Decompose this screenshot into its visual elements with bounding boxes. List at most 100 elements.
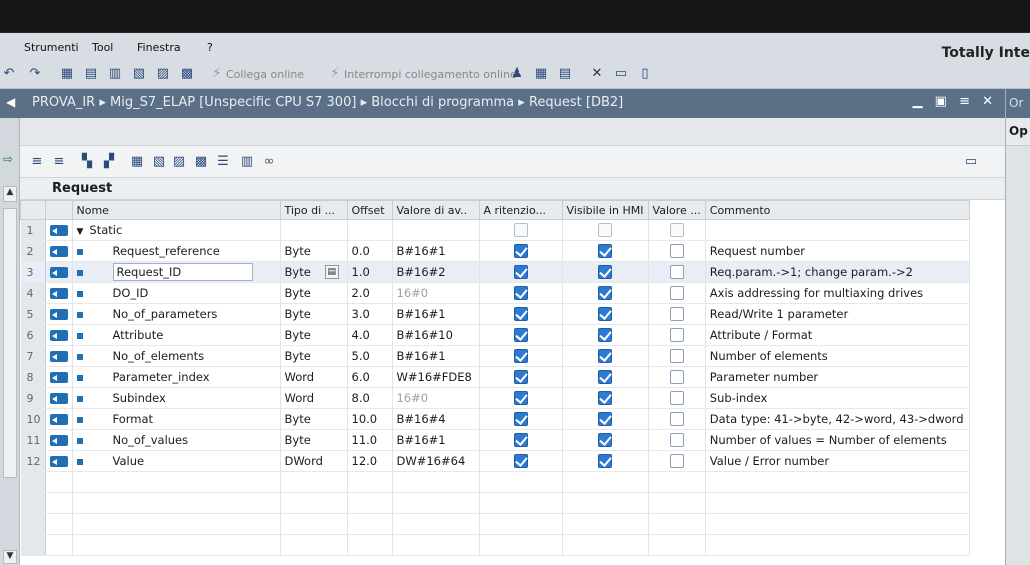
insert-row-icon[interactable]: ≡ xyxy=(28,153,46,171)
col-header-offset[interactable]: Offset xyxy=(346,200,393,220)
row-name-cell[interactable]: Format xyxy=(72,408,281,430)
breadcrumb-project[interactable]: PROVA_IR xyxy=(32,95,95,110)
empty-row[interactable] xyxy=(20,534,970,556)
row-comment[interactable]: Value / Error number xyxy=(705,450,970,472)
row-setpoint-cell[interactable] xyxy=(648,366,706,388)
undo-icon[interactable]: ↶ xyxy=(0,65,18,83)
row-type[interactable]: Byte xyxy=(285,433,311,447)
project-tree-icon[interactable]: ⇨ xyxy=(3,152,13,166)
table-row[interactable]: 2 Request_reference Byte 0.0 B#16#1 Requ… xyxy=(20,240,970,262)
cross-reference-icon[interactable]: ▦ xyxy=(532,65,550,83)
row-name-cell[interactable]: DO_ID xyxy=(72,282,281,304)
retain-checkbox[interactable] xyxy=(513,391,528,406)
copy-snapshot-icon[interactable]: ▧ xyxy=(150,153,168,171)
row-start-value[interactable] xyxy=(392,219,480,241)
row-name[interactable]: Subindex xyxy=(113,391,166,405)
setpoint-checkbox[interactable] xyxy=(669,307,684,322)
row-hmi-cell[interactable] xyxy=(562,408,649,430)
setpoint-checkbox[interactable] xyxy=(669,391,684,406)
retain-checkbox[interactable] xyxy=(513,223,528,238)
row-retain-cell[interactable] xyxy=(479,345,563,367)
type-dropdown-icon[interactable]: ▤ xyxy=(324,265,339,280)
retain-checkbox[interactable] xyxy=(513,433,528,448)
setpoint-checkbox[interactable] xyxy=(669,328,684,343)
menu-help[interactable]: ? xyxy=(207,41,213,54)
row-type[interactable]: DWord xyxy=(285,454,323,468)
row-start-value[interactable]: B#16#1 xyxy=(392,345,480,367)
row-comment[interactable]: Sub-index xyxy=(705,387,970,409)
row-type[interactable]: Word xyxy=(285,370,315,384)
retain-checkbox[interactable] xyxy=(513,265,528,280)
row-name[interactable]: Parameter_index xyxy=(113,370,210,384)
row-comment[interactable]: Data type: 41->byte, 42->word, 43->dword xyxy=(705,408,970,430)
setpoint-checkbox[interactable] xyxy=(669,349,684,364)
reset-start-values-icon[interactable]: ☰ xyxy=(214,153,232,171)
upload-icon[interactable]: ▥ xyxy=(106,65,124,83)
scrollbar-thumb[interactable] xyxy=(3,208,17,478)
row-hmi-cell[interactable] xyxy=(562,345,649,367)
col-header-type[interactable]: Tipo di ... xyxy=(279,200,348,220)
visible-hmi-checkbox[interactable] xyxy=(598,223,613,238)
split-view-icon[interactable]: ▤ xyxy=(556,65,574,83)
accessible-devices-icon[interactable]: ♟ xyxy=(508,65,526,83)
row-start-value[interactable]: B#16#1 xyxy=(392,303,480,325)
col-header-start-value[interactable]: Valore di av.. xyxy=(391,200,480,220)
row-setpoint-cell[interactable] xyxy=(648,450,706,472)
breadcrumb-device[interactable]: Mig_S7_ELAP [Unspecific CPU S7 300] xyxy=(110,95,356,110)
visible-hmi-checkbox[interactable] xyxy=(598,454,613,469)
edit-window-icon[interactable]: ▭ xyxy=(962,153,980,171)
row-hmi-cell[interactable] xyxy=(562,429,649,451)
col-header-setpoint[interactable]: Valore ... xyxy=(647,200,706,220)
row-start-value[interactable]: B#16#1 xyxy=(392,240,480,262)
row-retain-cell[interactable] xyxy=(479,240,563,262)
row-name[interactable]: Static xyxy=(89,223,122,237)
retain-checkbox[interactable] xyxy=(513,349,528,364)
row-retain-cell[interactable] xyxy=(479,282,563,304)
row-comment[interactable]: Axis addressing for multiaxing drives xyxy=(705,282,970,304)
visible-hmi-checkbox[interactable] xyxy=(598,433,613,448)
collapse-arrow-icon[interactable]: ◀ xyxy=(6,95,15,109)
row-setpoint-cell[interactable] xyxy=(648,387,706,409)
row-comment[interactable]: Attribute / Format xyxy=(705,324,970,346)
row-name[interactable]: Value xyxy=(113,454,145,468)
row-type-cell[interactable]: Byte xyxy=(280,303,348,325)
expand-toggle-icon[interactable]: ▼ xyxy=(77,227,84,237)
go-offline-icon[interactable]: ⚡ xyxy=(326,65,344,83)
breadcrumb-block[interactable]: Request [DB2] xyxy=(529,95,623,110)
monitor-icon[interactable]: ▨ xyxy=(154,65,172,83)
row-name[interactable]: Format xyxy=(113,412,154,426)
menu-strumenti[interactable]: Strumenti xyxy=(24,41,79,54)
row-name[interactable]: Attribute xyxy=(113,328,164,342)
row-name[interactable]: Request_reference xyxy=(113,244,220,258)
row-name[interactable]: No_of_values xyxy=(113,433,189,447)
start-cpu-icon[interactable]: ▩ xyxy=(178,65,196,83)
row-start-value[interactable]: 16#0 xyxy=(392,282,480,304)
setpoint-checkbox[interactable] xyxy=(669,223,684,238)
add-row-icon[interactable]: ≡ xyxy=(50,153,68,171)
visible-hmi-checkbox[interactable] xyxy=(598,370,613,385)
scroll-up-icon[interactable]: ▲ xyxy=(3,186,17,202)
retain-checkbox[interactable] xyxy=(513,370,528,385)
row-retain-cell[interactable] xyxy=(479,219,563,241)
row-name[interactable]: DO_ID xyxy=(113,286,149,300)
visible-hmi-checkbox[interactable] xyxy=(598,307,613,322)
row-name-cell[interactable]: No_of_elements xyxy=(72,345,281,367)
go-online-button[interactable]: Collega online xyxy=(226,68,304,81)
row-start-value[interactable]: B#16#4 xyxy=(392,408,480,430)
row-type[interactable]: Word xyxy=(285,391,315,405)
row-name-cell[interactable]: Attribute xyxy=(72,324,281,346)
row-type-cell[interactable] xyxy=(280,219,348,241)
row-setpoint-cell[interactable] xyxy=(648,282,706,304)
redo-icon[interactable]: ↷ xyxy=(26,65,44,83)
row-start-value[interactable]: 16#0 xyxy=(392,387,480,409)
row-setpoint-cell[interactable] xyxy=(648,261,706,283)
row-type[interactable]: Byte xyxy=(285,244,311,258)
row-comment[interactable]: Req.param.->1; change param.->2 xyxy=(705,261,970,283)
row-hmi-cell[interactable] xyxy=(562,219,649,241)
empty-row[interactable] xyxy=(20,471,970,493)
row-setpoint-cell[interactable] xyxy=(648,324,706,346)
row-type[interactable]: Byte xyxy=(285,286,311,300)
row-comment[interactable] xyxy=(705,219,970,241)
table-row[interactable]: 3 Request_ID Byte ▤ 1.0 B#16#2 Req.param.… xyxy=(20,261,970,283)
row-start-value[interactable]: W#16#FDE8 xyxy=(392,366,480,388)
